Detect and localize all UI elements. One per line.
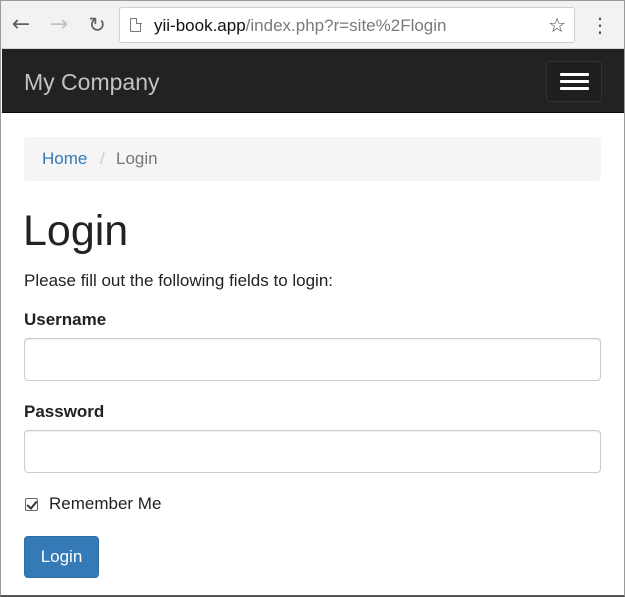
username-input[interactable]: [24, 338, 601, 381]
navbar-brand[interactable]: My Company: [24, 68, 159, 96]
browser-window: ← → ↻ yii-book.app/index.php?r=site%2Flo…: [0, 0, 625, 597]
back-arrow-icon[interactable]: ←: [9, 13, 33, 37]
page-title: Login: [23, 207, 129, 255]
username-label: Username: [24, 310, 107, 329]
page-icon: [130, 17, 142, 32]
hamburger-menu-icon-bar: [560, 80, 589, 83]
browser-toolbar: ← → ↻ yii-book.app/index.php?r=site%2Flo…: [1, 1, 624, 49]
navbar-toggle-button[interactable]: [546, 61, 602, 102]
forward-arrow-icon[interactable]: →: [47, 13, 71, 37]
bookmark-star-icon[interactable]: ☆: [548, 14, 566, 36]
url-path: /index.php?r=site%2Flogin: [245, 16, 447, 35]
breadcrumb-current: Login: [116, 149, 158, 168]
hamburger-menu-icon-bar: [560, 87, 589, 90]
remember-me-checkbox[interactable]: [25, 498, 38, 511]
breadcrumb: Home / Login: [24, 137, 601, 181]
breadcrumb-home-link[interactable]: Home: [42, 149, 87, 169]
hamburger-menu-icon: [560, 73, 589, 76]
breadcrumb-separator: /: [100, 149, 105, 168]
reload-icon[interactable]: ↻: [85, 13, 109, 37]
address-bar[interactable]: yii-book.app/index.php?r=site%2Flogin ☆: [119, 7, 575, 43]
page-intro: Please fill out the following fields to …: [24, 271, 334, 290]
url-text[interactable]: yii-book.app/index.php?r=site%2Flogin: [154, 15, 447, 37]
remember-me-label[interactable]: Remember Me: [49, 494, 161, 514]
login-button[interactable]: Login: [24, 536, 99, 578]
more-vertical-icon[interactable]: ⋮: [590, 13, 610, 37]
password-input[interactable]: [24, 430, 601, 473]
site-navbar: My Company: [2, 49, 624, 113]
url-host: yii-book.app: [154, 16, 246, 35]
password-label: Password: [24, 402, 105, 421]
